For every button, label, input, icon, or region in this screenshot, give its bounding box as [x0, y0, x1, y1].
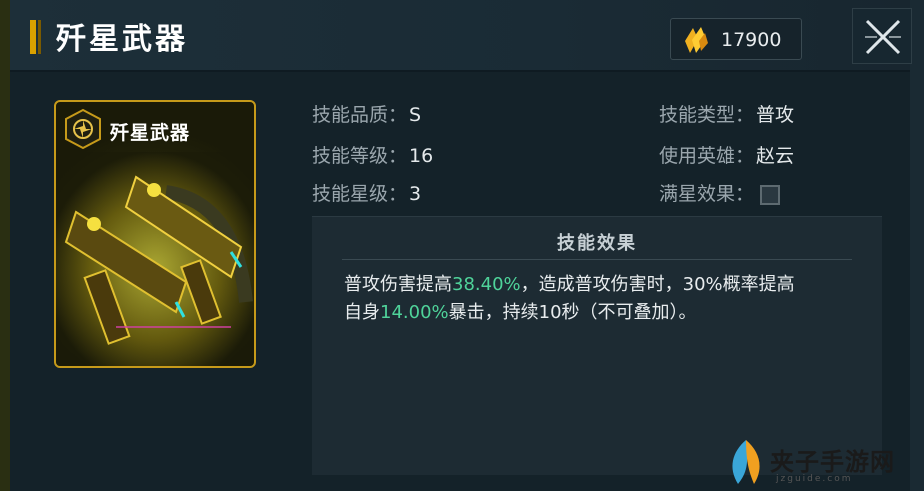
title-accent-bar	[30, 20, 36, 54]
stat-skill-type: 技能类型： 普攻	[659, 100, 794, 127]
stat-skill-quality-value: S	[409, 104, 422, 126]
weapon-card: 歼星武器	[54, 100, 256, 368]
card-title: 歼星武器	[110, 122, 191, 144]
stat-max-star-effect: 满星效果：	[659, 179, 781, 206]
aperture-emblem-icon	[65, 108, 101, 150]
watermark-text: 夹子手游网	[770, 447, 895, 476]
left-edge-decoration	[0, 0, 10, 491]
dialog-title: 歼星武器	[56, 22, 188, 57]
currency-display: 17900	[670, 18, 802, 60]
effect-line1-suffix: ，造成普攻伤害时，30%概率提高	[520, 274, 795, 295]
effect-damage-bonus: 38.40%	[452, 274, 521, 295]
stat-skill-star-value: 3	[409, 183, 422, 205]
stat-hero: 使用英雄： 赵云	[659, 141, 794, 168]
stat-skill-type-value: 普攻	[756, 104, 795, 126]
effect-line2-suffix: 暴击，持续10秒（不可叠加）。	[448, 302, 697, 323]
stat-skill-level: 技能等级： 16	[312, 141, 433, 168]
gold-crystal-icon	[685, 27, 708, 53]
stat-hero-label: 使用英雄：	[659, 145, 755, 167]
effect-line1-prefix: 普攻伤害提高	[344, 274, 452, 295]
close-icon	[865, 19, 901, 55]
stat-max-star-label: 满星效果：	[659, 183, 755, 205]
stat-skill-quality-label: 技能品质：	[312, 104, 408, 126]
title-accent-bar-secondary	[38, 20, 41, 54]
currency-amount: 17900	[721, 29, 782, 51]
effect-crit-bonus: 14.00%	[380, 302, 449, 323]
max-star-effect-checkbox[interactable]	[760, 184, 781, 205]
watermark-logo-icon	[732, 440, 760, 484]
stat-skill-star-label: 技能星级：	[312, 183, 408, 205]
stat-skill-level-label: 技能等级：	[312, 145, 408, 167]
stat-skill-level-value: 16	[409, 145, 434, 167]
site-watermark: 夹子手游网 jzguide.com	[724, 434, 924, 491]
skill-effect-divider	[342, 259, 852, 260]
right-edge-decoration	[910, 0, 924, 491]
close-button[interactable]	[852, 8, 912, 64]
dialog-header: 歼星武器 17900	[10, 0, 912, 72]
skill-effect-description: 普攻伤害提高38.40%，造成普攻伤害时，30%概率提高 自身14.00%暴击，…	[344, 271, 864, 327]
skill-effect-title: 技能效果	[557, 233, 637, 254]
twin-pistol-weapon-art	[56, 152, 254, 366]
watermark-url: jzguide.com	[776, 474, 853, 484]
effect-line2-prefix: 自身	[344, 302, 380, 323]
stat-skill-quality: 技能品质： S	[312, 100, 421, 127]
stat-hero-value: 赵云	[756, 145, 795, 167]
stat-skill-star: 技能星级： 3	[312, 179, 421, 206]
stat-skill-type-label: 技能类型：	[659, 104, 755, 126]
